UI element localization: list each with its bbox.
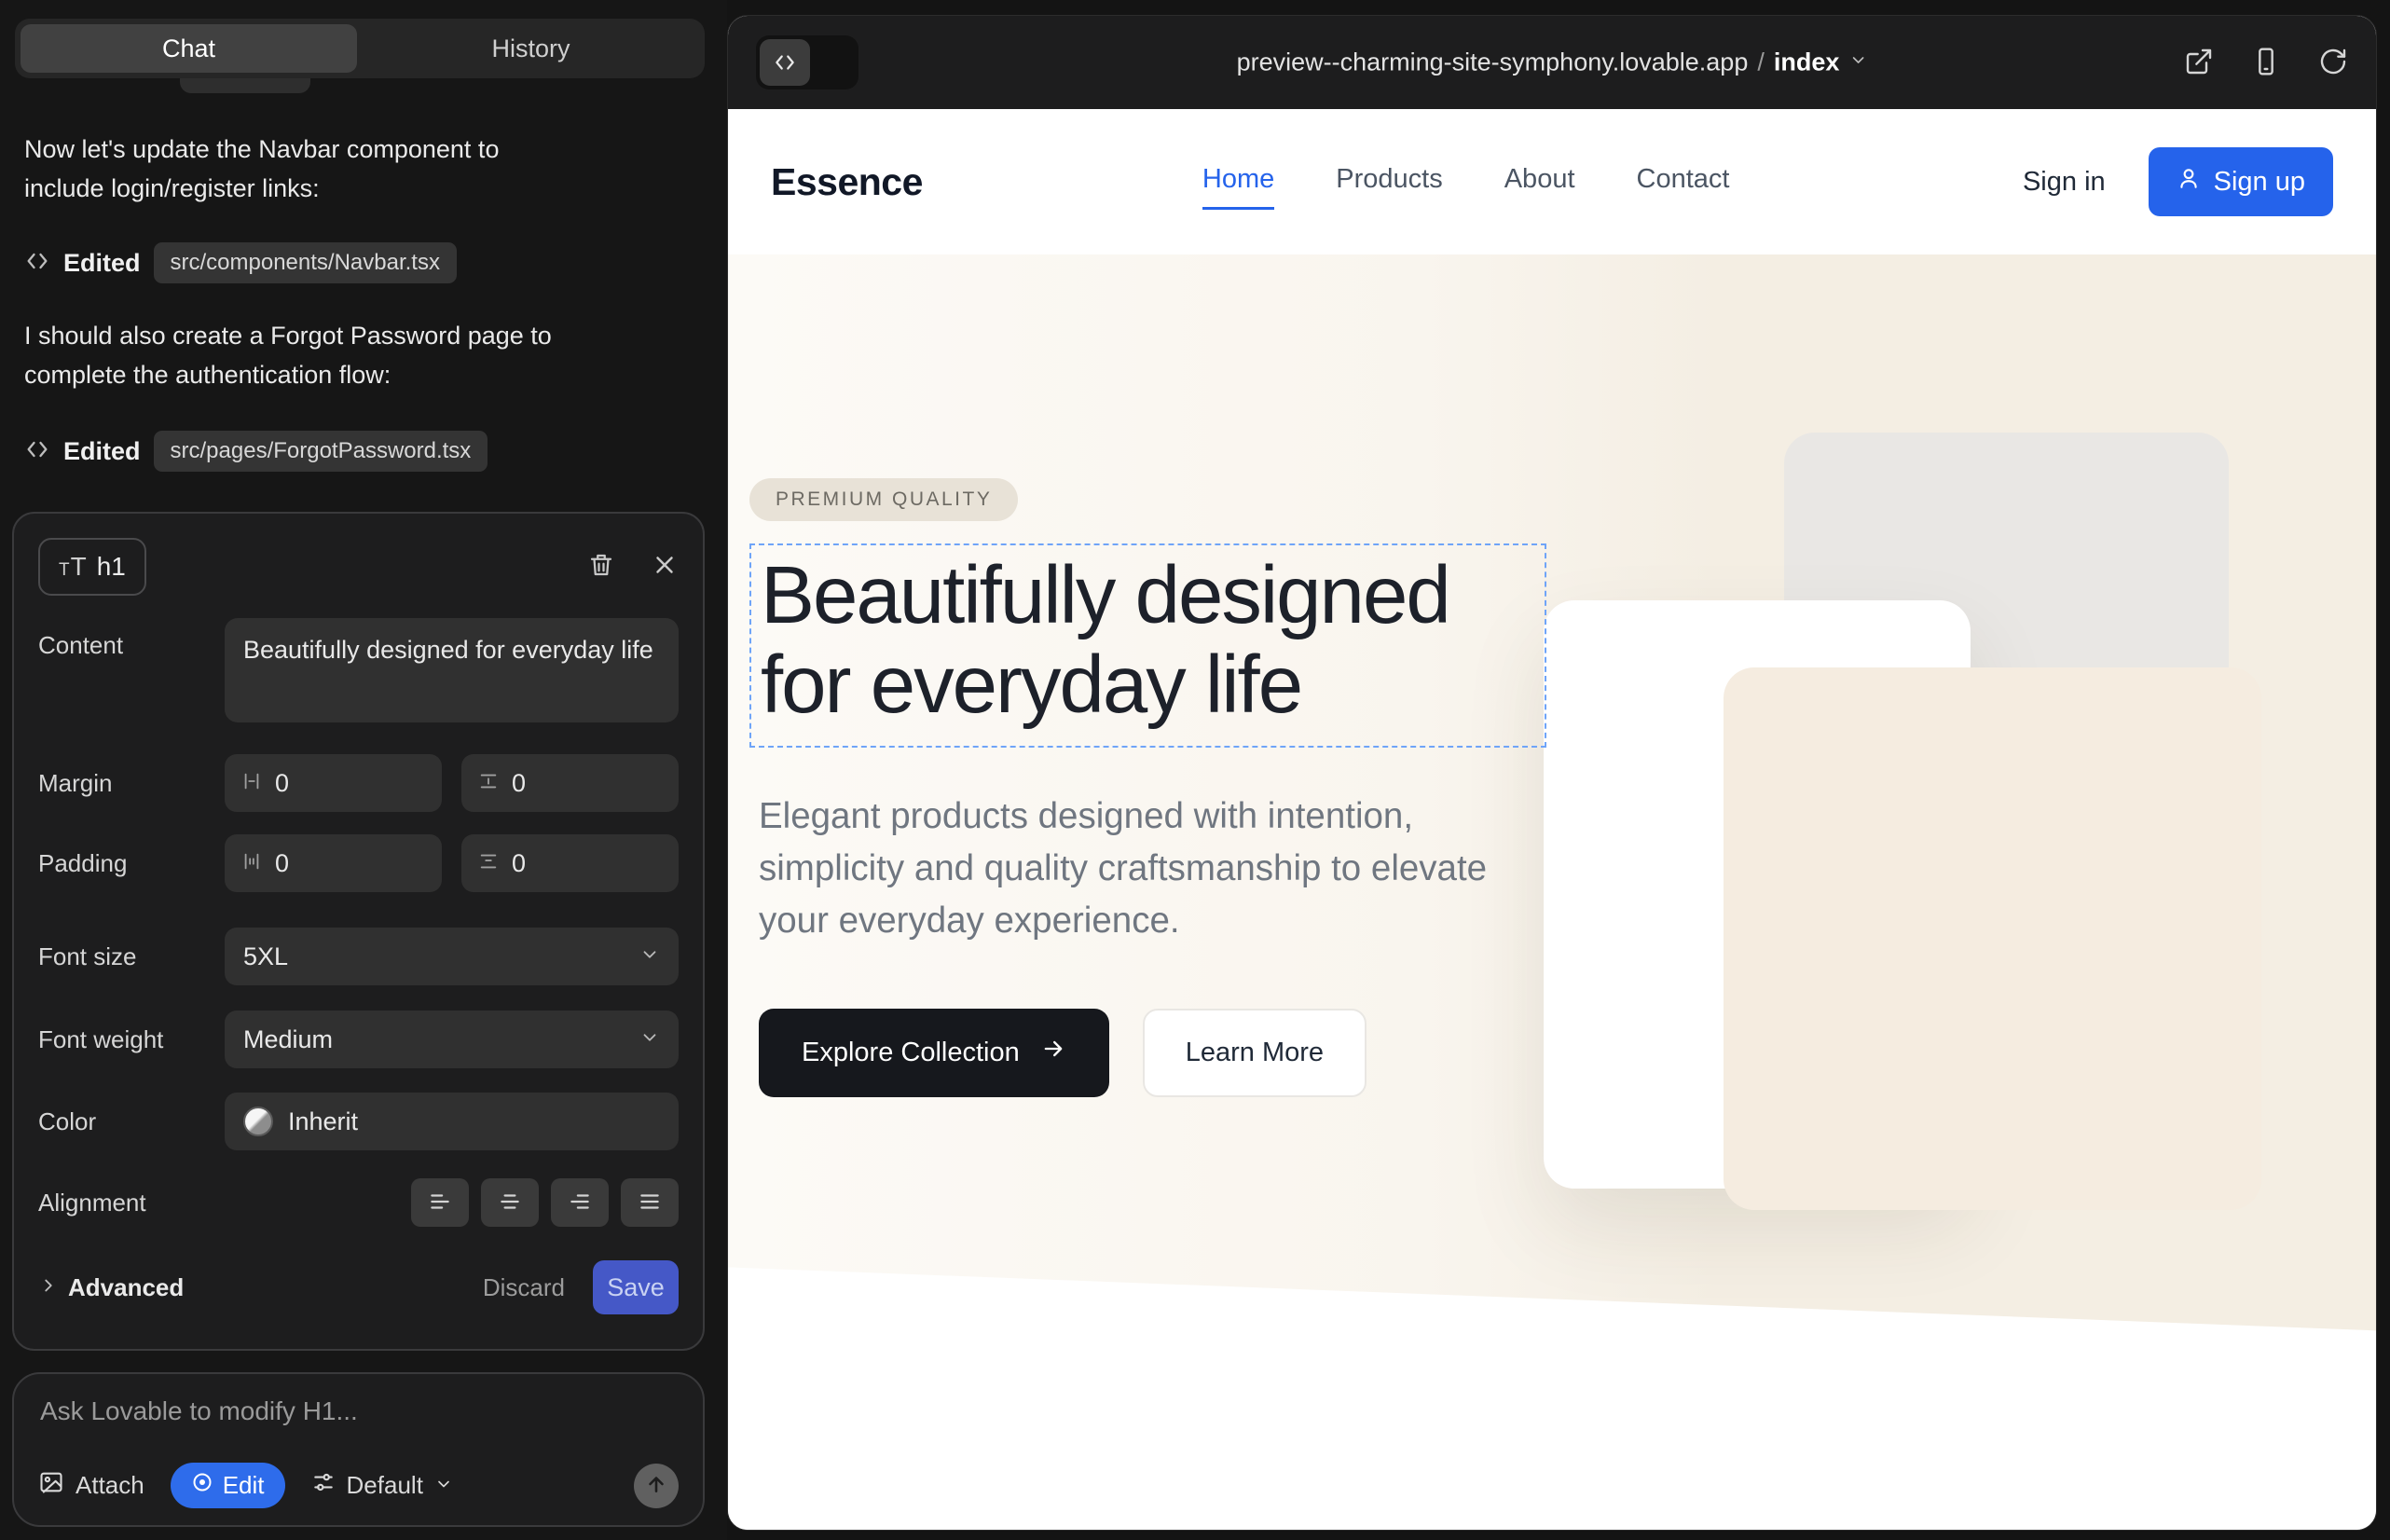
element-tag-pill[interactable]: TT h1 (38, 538, 146, 596)
padding-y-input[interactable]: 0 (461, 834, 679, 892)
color-label: Color (38, 1107, 225, 1136)
refresh-button[interactable] (2318, 47, 2348, 79)
hero-title[interactable]: Beautifully designed for everyday life (761, 551, 1469, 729)
preview-route: index (1774, 48, 1840, 77)
sign-in-link[interactable]: Sign in (2023, 167, 2106, 198)
align-right-button[interactable] (551, 1178, 609, 1227)
chevron-right-icon (38, 1273, 59, 1302)
code-view-toggle[interactable] (756, 35, 858, 89)
edited-row: Edited src/components/Navbar.tsx (24, 241, 457, 285)
code-icon (24, 248, 50, 279)
align-center-icon (498, 1189, 522, 1217)
text-size-icon: TT (59, 552, 88, 582)
margin-y-input[interactable]: 0 (461, 754, 679, 812)
margin-x-icon (241, 771, 262, 796)
chat-sidebar: Chat History Now let's update the Navbar… (0, 0, 727, 1540)
file-chip[interactable]: src/pages/ForgotPassword.tsx (154, 431, 488, 472)
margin-label: Margin (38, 769, 225, 798)
preview-url: preview--charming-site-symphony.lovable.… (1237, 48, 1749, 77)
nav-link-about[interactable]: About (1504, 164, 1575, 200)
site-navbar: Essence Home Products About Contact Sign… (728, 109, 2376, 254)
element-editor-panel: TT h1 Content Beautifully designed for e… (12, 512, 705, 1351)
edited-label: Edited (63, 249, 141, 278)
font-size-select[interactable]: 5XL (225, 928, 679, 985)
edit-mode-button[interactable]: Edit (171, 1463, 285, 1508)
chat-message: Now let's update the Navbar component to… (24, 131, 584, 209)
arrow-right-icon (1040, 1036, 1066, 1069)
learn-more-button[interactable]: Learn More (1143, 1009, 1367, 1097)
edited-row: Edited src/pages/ForgotPassword.tsx (24, 429, 488, 474)
save-button[interactable]: Save (593, 1260, 679, 1314)
tab-history[interactable]: History (363, 24, 699, 73)
send-icon (644, 1472, 668, 1499)
chat-composer: Attach Edit Default (12, 1372, 705, 1527)
padding-label: Padding (38, 849, 225, 878)
margin-x-input[interactable]: 0 (225, 754, 442, 812)
hero-section: PREMIUM QUALITY Beautifully designed for… (728, 254, 2376, 1359)
chat-message: I should also create a Forgot Password p… (24, 317, 602, 395)
advanced-expander[interactable]: Advanced (38, 1273, 184, 1302)
hero-paragraph[interactable]: Elegant products designed with intention… (759, 791, 1514, 946)
preview-url-control[interactable]: preview--charming-site-symphony.lovable.… (1237, 48, 1868, 77)
padding-y-icon (478, 851, 499, 876)
refresh-icon (2318, 47, 2348, 79)
color-swatch-icon (243, 1107, 273, 1136)
chevron-down-icon (639, 1027, 660, 1052)
align-left-icon (428, 1189, 452, 1217)
edited-label: Edited (63, 437, 141, 466)
mobile-view-button[interactable] (2251, 47, 2281, 79)
chevron-down-icon (639, 944, 660, 969)
chevron-down-icon (1848, 51, 1867, 75)
site-preview: Essence Home Products About Contact Sign… (728, 109, 2376, 1530)
padding-x-input[interactable]: 0 (225, 834, 442, 892)
decor-card-cream (1724, 667, 2261, 1210)
align-left-button[interactable] (411, 1178, 469, 1227)
preview-header: preview--charming-site-symphony.lovable.… (728, 16, 2376, 109)
nav-link-home[interactable]: Home (1202, 164, 1274, 200)
preview-pane: preview--charming-site-symphony.lovable.… (727, 15, 2377, 1531)
code-icon (24, 436, 50, 467)
send-button[interactable] (634, 1464, 679, 1508)
font-weight-select[interactable]: Medium (225, 1011, 679, 1068)
element-tag-label: h1 (97, 552, 126, 582)
edit-target-icon (191, 1471, 213, 1500)
color-select[interactable]: Inherit (225, 1093, 679, 1150)
font-weight-label: Font weight (38, 1025, 225, 1054)
margin-y-icon (478, 771, 499, 796)
align-justify-icon (638, 1189, 662, 1217)
align-right-icon (568, 1189, 592, 1217)
nav-link-contact[interactable]: Contact (1637, 164, 1730, 200)
tab-chat[interactable]: Chat (21, 24, 357, 73)
model-default-select[interactable]: Default (311, 1470, 453, 1501)
close-icon[interactable] (651, 551, 679, 584)
content-label: Content (38, 631, 225, 660)
alignment-label: Alignment (38, 1189, 225, 1217)
sign-up-button[interactable]: Sign up (2149, 147, 2333, 216)
hero-badge[interactable]: PREMIUM QUALITY (749, 478, 1018, 521)
align-center-button[interactable] (481, 1178, 539, 1227)
explore-collection-button[interactable]: Explore Collection (759, 1009, 1109, 1097)
open-external-button[interactable] (2184, 47, 2214, 79)
font-size-label: Font size (38, 942, 225, 971)
attach-button[interactable]: Attach (38, 1469, 144, 1502)
discard-button[interactable]: Discard (483, 1273, 565, 1302)
attach-icon (38, 1469, 64, 1502)
site-brand[interactable]: Essence (771, 160, 923, 204)
chat-input[interactable] (40, 1396, 677, 1426)
nav-link-products[interactable]: Products (1336, 164, 1442, 200)
align-justify-button[interactable] (621, 1178, 679, 1227)
external-link-icon (2184, 47, 2214, 79)
selected-element-outline[interactable]: Beautifully designed for everyday life (749, 543, 1546, 748)
chevron-down-icon (434, 1471, 453, 1500)
padding-x-icon (241, 851, 262, 876)
sliders-icon (311, 1470, 336, 1501)
user-icon (2177, 166, 2201, 198)
sidebar-tabs: Chat History (15, 19, 705, 78)
mobile-icon (2251, 47, 2281, 79)
content-input[interactable]: Beautifully designed for everyday life (225, 618, 679, 722)
trash-icon[interactable] (587, 551, 615, 584)
file-chip[interactable]: src/components/Navbar.tsx (154, 242, 457, 283)
code-icon (760, 39, 810, 86)
